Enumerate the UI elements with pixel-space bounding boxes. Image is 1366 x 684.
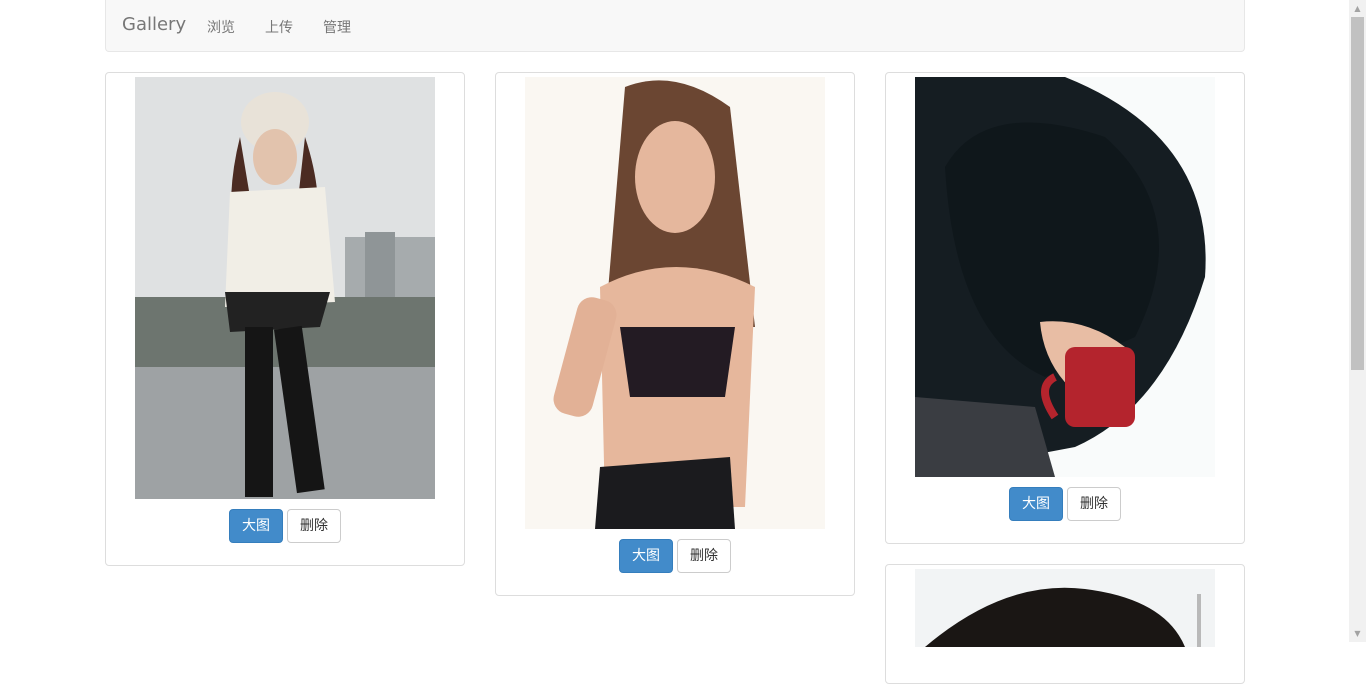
scroll-up-arrow-icon[interactable]: ▲ — [1349, 0, 1366, 17]
gallery-photo[interactable] — [135, 77, 435, 499]
brand-link[interactable]: Gallery — [122, 14, 186, 35]
nav-link-browse[interactable]: 浏览 — [207, 17, 235, 37]
nav-link-manage[interactable]: 管理 — [323, 17, 351, 37]
woman-in-winter-coat-photo — [135, 77, 435, 499]
delete-button[interactable]: 删除 — [287, 509, 341, 543]
gallery-card: 大图 删除 — [885, 72, 1245, 544]
woman-with-red-cup-photo — [915, 77, 1215, 477]
delete-button[interactable]: 删除 — [1067, 487, 1121, 521]
gallery-card — [885, 564, 1245, 684]
gallery-photo[interactable] — [525, 77, 825, 529]
vertical-scrollbar[interactable]: ▲ ▼ — [1349, 0, 1366, 642]
gallery-card: 大图 删除 — [105, 72, 465, 566]
woman-portrait-photo — [525, 77, 825, 529]
gallery-card: 大图 删除 — [495, 72, 855, 596]
delete-button[interactable]: 删除 — [677, 539, 731, 573]
woman-partial-photo — [915, 569, 1215, 647]
scroll-down-arrow-icon[interactable]: ▼ — [1349, 625, 1366, 642]
navbar: Gallery 浏览 上传 管理 — [105, 0, 1245, 52]
gallery-photo[interactable] — [915, 569, 1215, 647]
nav-link-upload[interactable]: 上传 — [265, 17, 293, 37]
view-large-button[interactable]: 大图 — [619, 539, 673, 573]
view-large-button[interactable]: 大图 — [1009, 487, 1063, 521]
gallery-photo[interactable] — [915, 77, 1215, 477]
scrollbar-thumb[interactable] — [1351, 17, 1364, 370]
view-large-button[interactable]: 大图 — [229, 509, 283, 543]
